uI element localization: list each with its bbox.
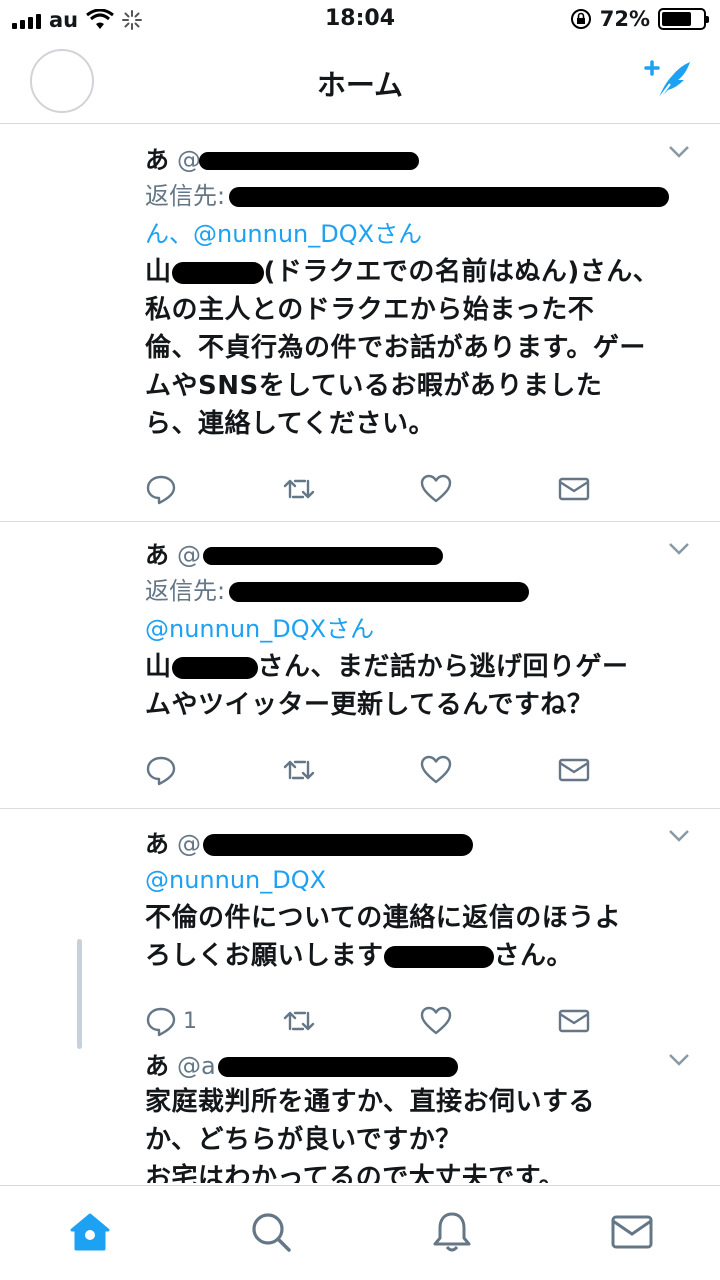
like-button[interactable]	[420, 754, 558, 786]
tweet-header: あ @	[145, 538, 695, 572]
display-name: あ	[145, 1052, 169, 1080]
tweet-header: あ @	[145, 827, 695, 861]
tweet-text: 不倫の件についての連絡に返信のほうよ ろしくお願いします さん。	[145, 899, 695, 975]
mention-line[interactable]: @nunnun_DQX	[145, 861, 695, 899]
reply-count: 1	[183, 1008, 197, 1034]
tweet-header: あ @	[145, 143, 695, 177]
retweet-icon	[283, 1011, 314, 1031]
heart-icon	[420, 474, 452, 503]
thread-connector	[77, 939, 82, 1049]
retweet-icon	[283, 760, 314, 780]
handle: @a	[177, 1052, 216, 1080]
direct-message-button[interactable]	[558, 1005, 696, 1037]
tweet-text-fragment: 山	[145, 652, 172, 682]
tweet-text-fragment: 山	[145, 257, 172, 287]
like-button[interactable]	[420, 473, 558, 505]
status-right: 72%	[570, 7, 709, 31]
battery-percentage: 72%	[599, 7, 650, 31]
reply-button[interactable]	[145, 473, 283, 505]
reply-icon	[146, 1007, 176, 1037]
reply-to-line: 返信先:	[145, 177, 695, 215]
tweet-text-line: ムやSNSをしているお暇がありました	[145, 371, 603, 401]
redaction-mark	[383, 945, 494, 968]
tweet-actions	[145, 738, 695, 802]
reply-to-mentions[interactable]: ん、@nunnun_DQXさん	[145, 215, 695, 253]
battery-level-fill	[662, 12, 691, 26]
tweet[interactable]: あ @ @nunnun_DQX 不倫の件についての連絡に返信のほうよ ろしくお願い…	[0, 809, 720, 1049]
search-icon[interactable]	[249, 1210, 293, 1254]
redaction-mark	[229, 582, 530, 602]
reply-icon	[146, 756, 176, 786]
redaction-mark	[229, 187, 670, 207]
orientation-lock-icon	[570, 9, 591, 29]
compose-tweet-icon[interactable]	[640, 56, 692, 104]
reply-icon	[146, 475, 176, 505]
reply-button[interactable]	[145, 754, 283, 786]
like-button[interactable]	[420, 1005, 558, 1037]
tweet-text-line: か、どちらが良いですか？	[145, 1125, 462, 1155]
reply-to-prefix: 返信先:	[145, 182, 226, 210]
redaction-mark	[218, 1057, 459, 1077]
tweet[interactable]: あ @ 返信先: ん、@nunnun_DQXさん 山 (ドラクエでの名前はぬん)さん…	[0, 125, 720, 522]
reply-to-mentions[interactable]: @nunnun_DQXさん	[145, 610, 695, 648]
tweet-text-fragment: さん、まだ話から逃げ回りゲー	[257, 652, 629, 682]
redaction-mark	[203, 834, 474, 856]
redaction-mark	[199, 152, 420, 170]
reply-to-prefix: 返信先:	[145, 577, 226, 605]
tweet-header: あ @a	[145, 1049, 695, 1083]
retweet-button[interactable]	[283, 754, 421, 786]
reply-button[interactable]: 1	[145, 1005, 283, 1037]
timeline[interactable]: あ @ 返信先: ん、@nunnun_DQXさん 山 (ドラクエでの名前はぬん)さん…	[0, 125, 720, 1183]
retweet-button[interactable]	[283, 473, 421, 505]
redaction-mark	[171, 261, 264, 284]
tweet-actions	[145, 457, 695, 521]
tweet-text-line: ムやツイッター更新してるんですね？	[145, 690, 594, 720]
bottom-tab-bar	[0, 1185, 720, 1280]
tweet-text-fragment: ろしくお願いします	[145, 941, 384, 971]
tweet[interactable]: あ @ 返信先: @nunnun_DQXさん 山さん、まだ話から逃げ回りゲー ムや…	[0, 522, 720, 809]
redaction-mark	[203, 547, 444, 565]
display-name: あ	[145, 146, 169, 174]
tweet-text-line: 家庭裁判所を通すか、直接お伺いする	[145, 1087, 595, 1117]
handle: @	[177, 830, 201, 858]
direct-message-button[interactable]	[558, 754, 696, 786]
display-name: あ	[145, 541, 169, 569]
tweet-text: 家庭裁判所を通すか、直接お伺いする か、どちらが良いですか？ お宅はわかってるの…	[145, 1083, 695, 1183]
redaction-mark	[171, 656, 258, 679]
envelope-icon	[558, 1009, 589, 1033]
notifications-icon[interactable]	[430, 1210, 474, 1254]
handle: @	[177, 541, 201, 569]
tweet-text-fragment: (ドラクエでの名前はぬん)さん、	[263, 257, 660, 287]
tweet-text-line: 不倫の件についての連絡に返信のほうよ	[145, 903, 622, 933]
handle: @	[177, 146, 201, 174]
reply-to-line: 返信先:	[145, 572, 695, 610]
retweet-icon	[283, 479, 314, 499]
home-icon[interactable]	[68, 1210, 112, 1254]
tweet-text: 山 (ドラクエでの名前はぬん)さん、 私の主人とのドラクエから始まった不 倫、不貞…	[145, 253, 695, 443]
direct-message-button[interactable]	[558, 473, 696, 505]
retweet-button[interactable]	[283, 1005, 421, 1037]
messages-icon[interactable]	[610, 1210, 654, 1254]
tweet-text: 山 さん、まだ話から逃げ回りゲー ムやツイッター更新してるんですね？	[145, 648, 695, 724]
status-bar: au 18:04 72%	[0, 0, 720, 40]
display-name: あ	[145, 830, 169, 858]
tweet-text-line: 倫、不貞行為の件でお話があります。ゲー	[145, 333, 646, 363]
header-bar: ホーム	[0, 40, 720, 124]
tweet-text-line: ら、連絡してください。	[145, 409, 435, 439]
tweet-text-line: お宅はわかってるので大丈夫です。	[145, 1163, 566, 1183]
envelope-icon	[558, 758, 589, 782]
tweet-text-line: 私の主人とのドラクエから始まった不	[145, 295, 595, 325]
tweet-text-fragment: さん。	[493, 941, 574, 971]
battery-icon	[658, 8, 709, 30]
tweet[interactable]: あ @a 家庭裁判所を通すか、直接お伺いする か、どちらが良いですか？ お宅はわか…	[0, 1039, 720, 1183]
heart-icon	[420, 1006, 452, 1035]
envelope-icon	[558, 477, 589, 501]
page-title: ホーム	[316, 68, 404, 102]
heart-icon	[420, 755, 452, 784]
